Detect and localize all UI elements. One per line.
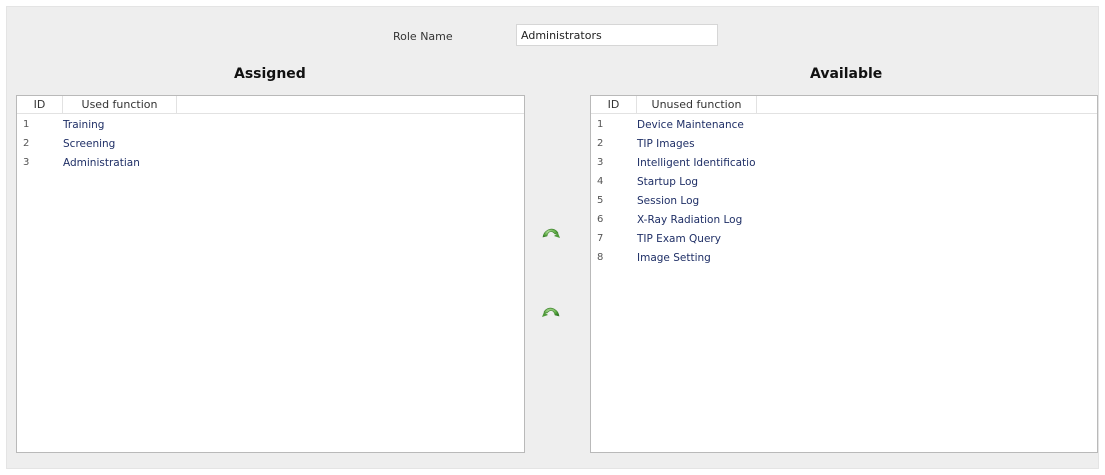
row-function-name: Startup Log (637, 175, 699, 188)
table-row[interactable]: 1 Device Maintenance (591, 115, 1097, 134)
table-row[interactable]: 2 TIP Images (591, 134, 1097, 153)
available-functions-table[interactable]: ID Unused function 1 Device Maintenance 2 T… (590, 95, 1098, 453)
row-function-name: Training (63, 118, 105, 131)
row-id: 7 (597, 233, 604, 244)
row-id: 2 (597, 138, 604, 149)
row-function-name: Intelligent Identificatio (637, 156, 756, 169)
table-header: ID Used function (17, 96, 524, 114)
available-rows: 1 Device Maintenance 2 TIP Images 3 Intellige… (591, 114, 1097, 267)
role-name-label: Role Name (393, 30, 453, 43)
row-function-name: Session Log (637, 194, 700, 207)
table-row[interactable]: 2 Screening (17, 134, 524, 153)
column-header-used-function[interactable]: Used function (63, 96, 177, 113)
role-editor-window: Role Name Assigned Available ID Used fun… (0, 0, 1105, 475)
table-header: ID Unused function (591, 96, 1097, 114)
assigned-title: Assigned (234, 66, 306, 82)
row-function-name: TIP Exam Query (637, 232, 721, 245)
table-row[interactable]: 6 X-Ray Radiation Log (591, 210, 1097, 229)
table-row[interactable]: 4 Startup Log (591, 172, 1097, 191)
row-function-name: Administratian (63, 156, 140, 169)
column-header-id[interactable]: ID (591, 96, 637, 113)
row-function-name: X-Ray Radiation Log (637, 213, 743, 226)
assigned-functions-table[interactable]: ID Used function 1 Training 2 Screening 3 Adm… (16, 95, 525, 453)
column-header-unused-function[interactable]: Unused function (637, 96, 757, 113)
row-id: 1 (23, 119, 30, 130)
row-id: 6 (597, 214, 604, 225)
assigned-rows: 1 Training 2 Screening 3 Administratian (17, 114, 524, 172)
row-function-name: TIP Images (637, 137, 695, 150)
row-id: 8 (597, 252, 604, 263)
table-row[interactable]: 8 Image Setting (591, 248, 1097, 267)
row-id: 3 (597, 157, 604, 168)
curved-arrow-right-icon (542, 307, 560, 317)
curved-arrow-left-icon (542, 228, 560, 238)
available-title: Available (810, 66, 883, 82)
row-function-name: Device Maintenance (637, 118, 744, 131)
row-function-name: Screening (63, 137, 116, 150)
table-row[interactable]: 7 TIP Exam Query (591, 229, 1097, 248)
role-name-input[interactable] (516, 24, 718, 46)
table-row[interactable]: 5 Session Log (591, 191, 1097, 210)
unassign-function-button[interactable] (541, 301, 561, 321)
row-id: 1 (597, 119, 604, 130)
row-function-name: Image Setting (637, 251, 711, 264)
table-row[interactable]: 1 Training (17, 115, 524, 134)
assign-function-button[interactable] (541, 222, 561, 242)
row-id: 4 (597, 176, 604, 187)
row-id: 5 (597, 195, 604, 206)
table-row[interactable]: 3 Administratian (17, 153, 524, 172)
row-id: 2 (23, 138, 30, 149)
row-id: 3 (23, 157, 30, 168)
column-header-id[interactable]: ID (17, 96, 63, 113)
table-row[interactable]: 3 Intelligent Identificatio (591, 153, 1097, 172)
